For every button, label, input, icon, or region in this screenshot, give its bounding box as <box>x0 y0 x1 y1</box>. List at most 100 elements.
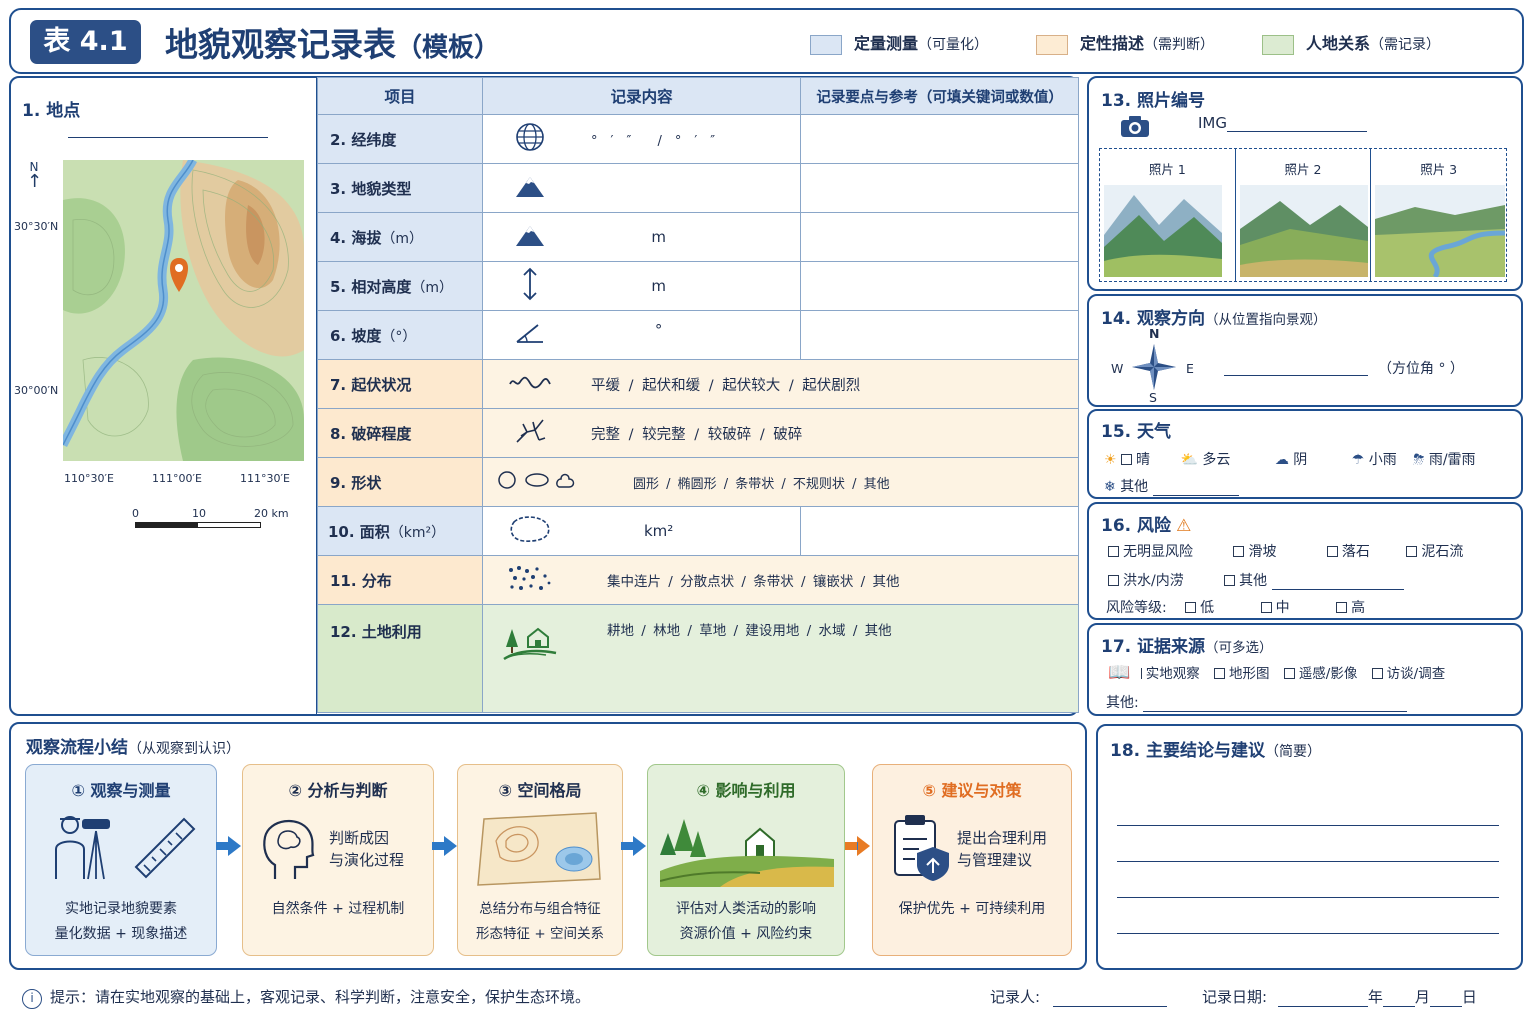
risk-option[interactable]: 泥石流 <box>1406 544 1463 560</box>
conclusion-lines[interactable] <box>1117 790 1499 934</box>
notes-cell[interactable] <box>800 310 1079 360</box>
weather-cloudy[interactable]: ⛅ 多云 <box>1180 452 1230 468</box>
legend: 定量测量（可量化） 定性描述（需判断） 人地关系（需记录） <box>810 30 1440 55</box>
sun-icon: ☀ <box>1104 452 1117 468</box>
table-badge: 表 4.1 <box>30 20 141 64</box>
notes-cell[interactable] <box>800 506 1079 556</box>
compass-e: E <box>1186 361 1194 376</box>
camera-icon <box>1121 116 1149 137</box>
location-field[interactable] <box>68 120 268 138</box>
surveyor-icon <box>55 816 110 880</box>
evidence-option[interactable]: 遥感/影像 <box>1283 666 1357 682</box>
risk-option[interactable]: 滑坡 <box>1233 544 1276 560</box>
slope-field[interactable]: ° <box>577 310 802 360</box>
recorder-field[interactable]: 记录人: <box>990 986 1167 1007</box>
table-row: 8. 破碎程度 完整 / 较完整 / 较破碎 / 破碎 <box>317 408 1079 458</box>
snow-icon: ❄ <box>1104 479 1116 495</box>
area-field[interactable]: km² <box>577 506 802 556</box>
table-row: 7. 起伏状况 平缓 / 起伏和缓 / 起伏较大 / 起伏剧烈 <box>317 359 1079 409</box>
legend-quant: 定量测量（可量化） <box>810 30 988 55</box>
warning-icon: ⚠ <box>1176 516 1192 536</box>
relative-height-field[interactable]: m <box>577 261 802 311</box>
weather-overcast[interactable]: ☁ 阴 <box>1275 452 1307 468</box>
land-use-options[interactable]: 耕地 / 林地 / 草地 / 建设用地 / 水域 / 其他 <box>577 604 1079 713</box>
shape-options[interactable]: 圆形 / 椭圆形 / 条带状 / 不规则状 / 其他 <box>577 457 1079 507</box>
flow-step-analyze: ② 分析与判断 判断成因 与演化过程 自然条件 + 过程机制 <box>242 764 434 956</box>
flow-step-pattern: ③ 空间格局 总结分布与组合特征 形态特征 + 空间关系 <box>457 764 623 956</box>
evidence-options: 📖 实地观察 地形图 遥感/影像 访谈/调查 <box>1108 662 1445 683</box>
record-table: 项目 记录内容 记录要点与参考（可填关键词或数值） 2. 经纬度 ° ′ ″ /… <box>317 77 1079 713</box>
dots-icon <box>509 566 551 590</box>
footer-tip: i 提示：请在实地观察的基础上，客观记录、科学判断，注意安全，保护生态环境。 <box>22 986 590 1009</box>
weather-storm[interactable]: ⛈ 雨/雷雨 <box>1413 452 1475 468</box>
photo-id-field[interactable]: IMG <box>1198 114 1367 132</box>
scale-tick: 0 <box>132 507 139 520</box>
risk-level-option[interactable]: 中 <box>1260 600 1290 616</box>
photo-slot[interactable]: 照片 2 <box>1236 149 1372 281</box>
clipboard-shield-icon <box>894 815 949 881</box>
compass-n: N <box>1149 326 1160 341</box>
flow-step-suggest: ⑤ 建议与对策 提出合理利用 与管理建议 保护优先 + 可持续利用 <box>872 764 1072 956</box>
photo-slot[interactable]: 照片 3 <box>1371 149 1506 281</box>
table-row: 9. 形状 圆形 / 椭圆形 / 条带状 / 不规则状 / 其他 <box>317 457 1079 507</box>
table-row: 12. 土地利用 耕地 / 林地 / 草地 / 建设用地 / 水域 / 其他 <box>317 604 1079 713</box>
table-row: 10. 面积（km²） km² <box>317 506 1079 556</box>
farmland-village-icon <box>660 819 834 887</box>
mountain-icon <box>516 226 544 246</box>
flow-arrow-stem <box>845 842 857 850</box>
flow-step-impact: ④ 影响与利用 评估对人类活动的影响 资源价值 + 风险约束 <box>647 764 845 956</box>
photo-slot[interactable]: 照片 1 <box>1100 149 1236 281</box>
mountain-icon <box>516 177 544 197</box>
page-title: 地貌观察记录表（模板） <box>165 25 501 64</box>
location-title: 1. 地点 <box>22 101 81 121</box>
storm-icon: ⛈ <box>1413 452 1425 468</box>
updown-arrow-icon <box>523 267 537 301</box>
notes-cell[interactable] <box>800 114 1079 164</box>
risk-option[interactable]: 其他 <box>1224 573 1404 590</box>
weather-other[interactable]: ❄ 其他 <box>1104 476 1239 496</box>
flow-arrow-icon <box>845 836 870 856</box>
photo-title: 13. 照片编号 <box>1101 91 1206 111</box>
evidence-option[interactable]: 访谈/调查 <box>1371 666 1445 682</box>
mountain-landscape-image <box>1104 185 1222 277</box>
azimuth-field[interactable] <box>1224 360 1368 376</box>
notes-cell[interactable] <box>800 261 1079 311</box>
risk-row-2: 洪水/内涝 其他 <box>1108 570 1404 590</box>
fragmentation-options[interactable]: 完整 / 较完整 / 较破碎 / 破碎 <box>577 408 1079 458</box>
table-row: 11. 分布 集中连片 / 分散点状 / 条带状 / 镶嵌状 / 其他 <box>317 555 1079 605</box>
scale-bar <box>135 522 261 528</box>
evidence-other[interactable]: 其他: <box>1106 692 1408 712</box>
compass-rose-icon <box>1132 344 1176 390</box>
risk-option[interactable]: 无明显风险 <box>1108 544 1193 560</box>
date-field[interactable]: 记录日期: 年月日 <box>1202 986 1477 1007</box>
topo-map <box>63 160 304 461</box>
risk-level-option[interactable]: 高 <box>1336 600 1365 616</box>
scale-tick: 10 <box>192 507 206 520</box>
scale-tick: 20 km <box>254 507 289 520</box>
risk-option[interactable]: 洪水/内涝 <box>1108 573 1184 589</box>
flow-title: 观察流程小结（从观察到认识） <box>26 738 240 758</box>
evidence-option[interactable]: 地形图 <box>1214 666 1270 682</box>
notes-cell[interactable] <box>800 212 1079 262</box>
area-icon <box>510 516 550 542</box>
risk-option[interactable]: 落石 <box>1326 544 1370 560</box>
fracture-icon <box>516 419 546 443</box>
relief-options[interactable]: 平缓 / 起伏和缓 / 起伏较大 / 起伏剧烈 <box>577 359 1079 409</box>
contour-map-icon <box>477 812 601 886</box>
lat-tick: 30°30′N <box>14 220 59 233</box>
notes-cell[interactable] <box>800 163 1079 213</box>
distribution-options[interactable]: 集中连片 / 分散点状 / 条带状 / 镶嵌状 / 其他 <box>577 555 1079 605</box>
landform-type-field[interactable] <box>577 163 802 213</box>
flow-arrow-icon <box>621 836 646 856</box>
evidence-option[interactable]: 实地观察 <box>1140 666 1200 682</box>
weather-sunny[interactable]: ☀ 晴 <box>1104 452 1150 468</box>
risk-level-option[interactable]: 低 <box>1185 600 1214 616</box>
flow-arrow-icon <box>216 836 241 856</box>
lat-lon-field[interactable]: ° ′ ″ / ° ′ ″ <box>577 114 802 164</box>
conclusion-title: 18. 主要结论与建议（简要） <box>1110 741 1322 761</box>
partly-cloudy-icon: ⛅ <box>1180 452 1198 468</box>
angle-icon <box>516 324 543 343</box>
col-header-item: 项目 <box>317 77 483 115</box>
weather-light-rain[interactable]: ☂ 小雨 <box>1352 452 1397 468</box>
elevation-field[interactable]: m <box>577 212 802 262</box>
